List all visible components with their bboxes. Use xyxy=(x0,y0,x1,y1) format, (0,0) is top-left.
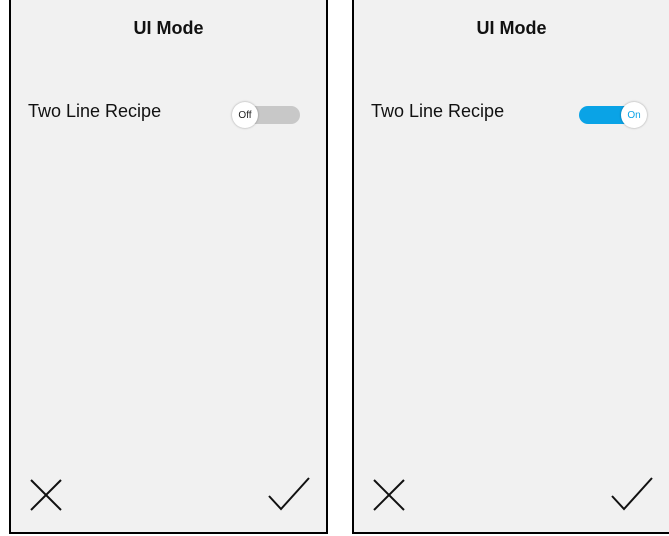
cancel-button[interactable] xyxy=(368,476,412,516)
confirm-button[interactable] xyxy=(267,476,311,516)
two-line-recipe-toggle[interactable]: Off xyxy=(230,102,302,128)
two-line-recipe-label: Two Line Recipe xyxy=(28,101,162,121)
screens-comparison: UI Mode Two Line Recipe Off UI Mode Two … xyxy=(0,0,669,536)
toggle-knob: Off xyxy=(232,102,258,128)
checkmark-icon xyxy=(268,477,310,511)
toggle-state-text: On xyxy=(627,109,641,121)
two-line-recipe-toggle[interactable]: On xyxy=(577,102,649,128)
ui-mode-screen-off: UI Mode Two Line Recipe Off xyxy=(9,0,328,534)
page-title: UI Mode xyxy=(476,18,547,38)
confirm-button[interactable] xyxy=(610,476,654,516)
ui-mode-screen-on: UI Mode Two Line Recipe On xyxy=(352,0,669,534)
two-line-recipe-label: Two Line Recipe xyxy=(371,101,505,121)
page-title: UI Mode xyxy=(133,18,204,38)
close-icon xyxy=(373,479,405,511)
close-icon xyxy=(30,479,62,511)
cancel-button[interactable] xyxy=(25,476,69,516)
toggle-state-text: Off xyxy=(238,109,252,121)
checkmark-icon xyxy=(611,477,653,511)
toggle-knob: On xyxy=(621,102,647,128)
